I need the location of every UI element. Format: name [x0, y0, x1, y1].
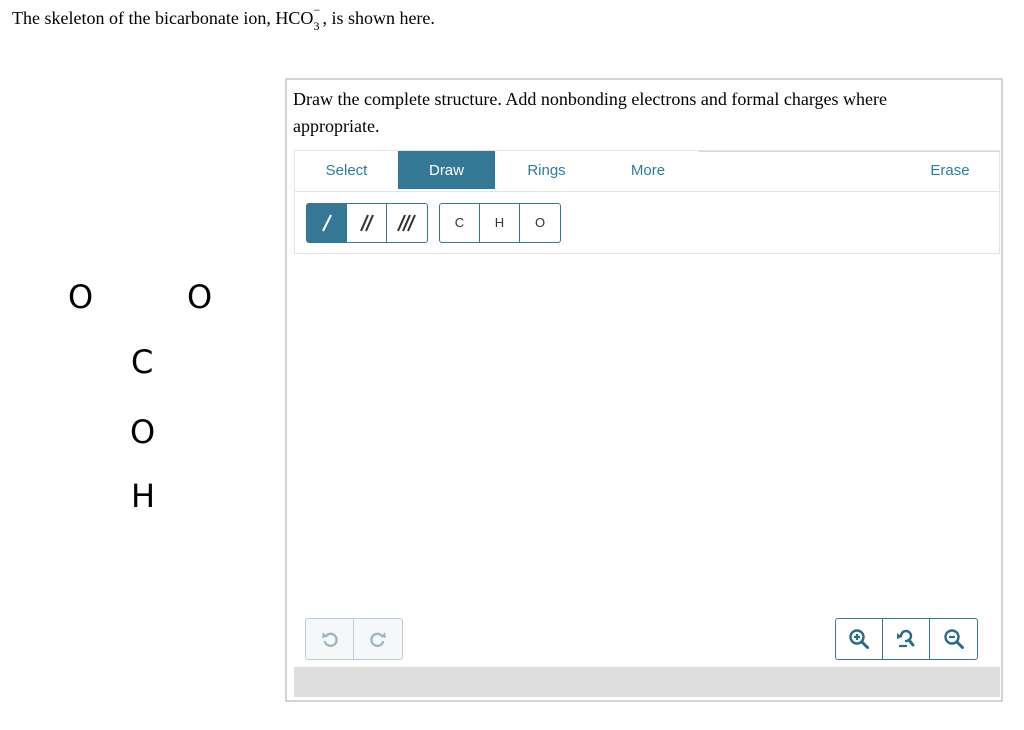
bond-tools	[306, 203, 428, 243]
skeleton-atom: O	[187, 278, 213, 316]
atom-tools: C H O	[439, 203, 561, 243]
triple-bond-icon	[397, 214, 416, 232]
redo-icon	[370, 632, 386, 648]
tab-bar: Select Draw Rings More Erase	[295, 151, 1000, 192]
tab-divider	[295, 191, 999, 192]
editor-toolbar: Select Draw Rings More Erase C H O	[294, 150, 1000, 254]
intro-text-end: , is shown here.	[322, 8, 435, 28]
tab-more[interactable]: More	[598, 151, 698, 189]
zoom-reset-icon	[897, 629, 915, 648]
intro-text: The skeleton of the bicarbonate ion,	[12, 8, 276, 28]
skeleton-atom: O	[68, 278, 94, 316]
chemical-formula: HCO 3 −	[275, 3, 320, 33]
skeleton-atom: C	[131, 343, 154, 381]
single-bond-icon	[321, 214, 332, 232]
formula-base: HCO	[275, 8, 314, 28]
tab-erase[interactable]: Erase	[900, 151, 1000, 189]
status-bar	[294, 667, 1000, 697]
skeleton-atom: H	[131, 477, 156, 515]
double-bond-button[interactable]	[347, 204, 387, 242]
tab-select[interactable]: Select	[295, 151, 398, 189]
triple-bond-button[interactable]	[387, 204, 427, 242]
zoom-in-icon	[849, 629, 869, 649]
tab-rings[interactable]: Rings	[495, 151, 598, 189]
tab-draw[interactable]: Draw	[398, 151, 495, 189]
zoom-in-button[interactable]	[836, 619, 883, 659]
zoom-reset-button[interactable]	[883, 619, 930, 659]
formula-superscript: −	[313, 3, 321, 17]
zoom-out-button[interactable]	[930, 619, 977, 659]
redo-button[interactable]	[354, 619, 402, 659]
skeleton-atom: O	[130, 413, 156, 451]
formula-subscript: 3	[313, 19, 320, 33]
undo-button[interactable]	[306, 619, 354, 659]
instructions: Draw the complete structure. Add nonbond…	[293, 89, 887, 136]
zoom-tools	[835, 618, 978, 660]
question-intro: The skeleton of the bicarbonate ion, HCO…	[12, 3, 435, 33]
hydrogen-atom-button[interactable]: H	[480, 204, 520, 242]
oxygen-atom-button[interactable]: O	[520, 204, 560, 242]
drawing-panel: Draw the complete structure. Add nonbond…	[285, 78, 1003, 702]
double-bond-icon	[359, 214, 374, 232]
carbon-atom-button[interactable]: C	[440, 204, 480, 242]
zoom-out-icon	[943, 629, 964, 649]
history-tools	[305, 618, 403, 660]
single-bond-button[interactable]	[307, 204, 347, 242]
undo-icon	[321, 632, 338, 648]
